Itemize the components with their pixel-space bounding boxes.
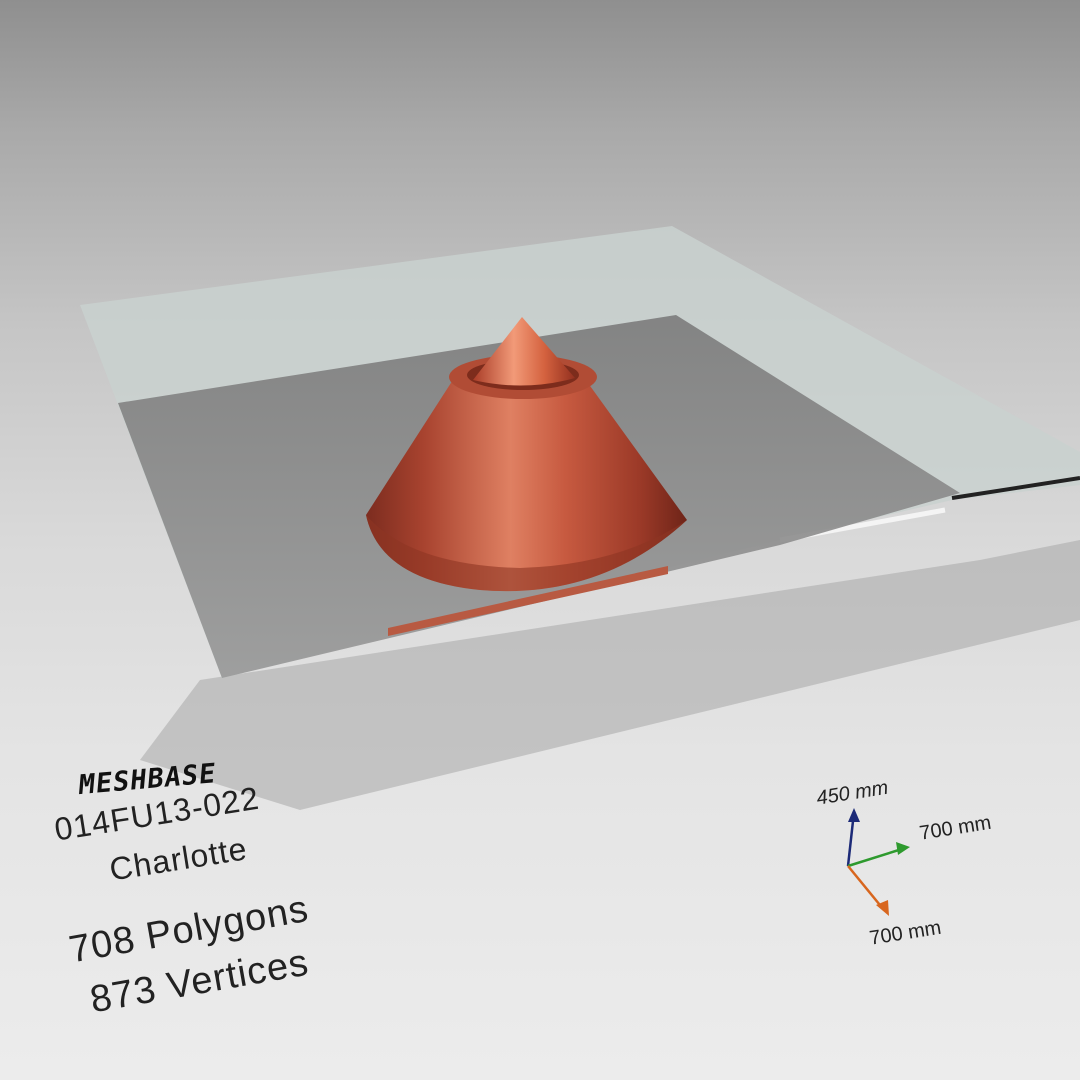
axis-gizmo — [846, 808, 910, 916]
axis-width-arrow — [896, 842, 910, 855]
axis-depth — [847, 865, 885, 911]
axis-width — [847, 847, 903, 868]
axis-height-arrow — [848, 808, 860, 822]
